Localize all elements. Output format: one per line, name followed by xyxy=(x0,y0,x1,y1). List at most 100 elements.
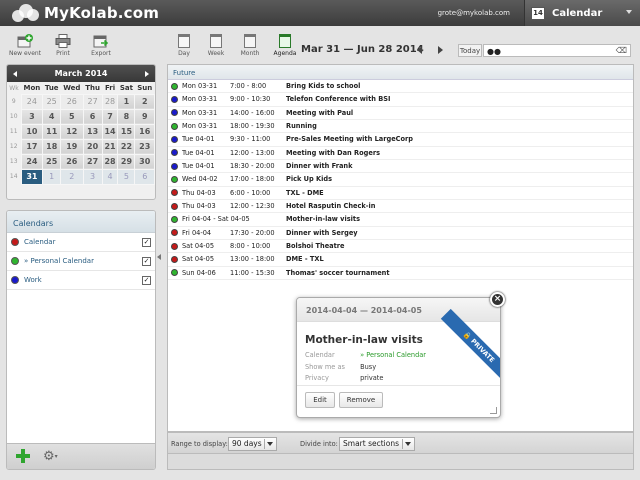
print-button[interactable]: Print xyxy=(44,34,82,62)
event-time: 18:00 - 19:30 xyxy=(230,122,275,131)
day-cell[interactable]: 25 xyxy=(42,153,62,170)
day-cell[interactable]: 27 xyxy=(82,93,103,110)
day-cell[interactable]: 4 xyxy=(42,108,62,125)
day-cell[interactable]: 2 xyxy=(60,168,84,185)
today-button[interactable]: Today xyxy=(458,44,482,57)
task-switcher-calendar[interactable]: 14 Calendar xyxy=(524,0,640,26)
calendar-visibility-checkbox[interactable]: ✓ xyxy=(142,276,151,285)
clear-search-icon[interactable]: ⌫ xyxy=(616,46,627,55)
previous-month-icon[interactable] xyxy=(13,71,17,77)
day-view-button[interactable]: Day xyxy=(171,34,197,57)
day-cell[interactable]: 27 xyxy=(82,153,103,170)
day-cell[interactable]: 20 xyxy=(82,138,103,155)
close-icon[interactable]: × xyxy=(490,292,505,307)
range-select[interactable]: 90 days xyxy=(228,437,277,451)
day-cell[interactable]: 11 xyxy=(42,123,62,140)
next-period-icon[interactable] xyxy=(438,46,443,54)
edit-button[interactable]: Edit xyxy=(305,392,335,408)
chevron-down-icon xyxy=(626,10,632,14)
event-row[interactable]: Mon 03-31 18:00 - 19:30 Running xyxy=(168,120,633,134)
event-row[interactable]: Fri 04-04 - Sat 04-05 Mother-in-law visit… xyxy=(168,213,633,227)
day-cell[interactable]: 5 xyxy=(117,168,136,185)
search-input[interactable]: ●● ⌫ xyxy=(483,44,631,57)
day-cell[interactable]: 3 xyxy=(82,168,103,185)
logo[interactable]: MyKolab.com xyxy=(12,3,159,23)
day-cell[interactable]: 24 xyxy=(20,93,44,110)
new-event-button[interactable]: New event xyxy=(6,34,44,62)
event-row[interactable]: Tue 04-01 18:30 - 20:00 Dinner with Frank xyxy=(168,160,633,174)
day-cell[interactable]: 12 xyxy=(60,123,84,140)
week-number: 13 xyxy=(9,158,18,165)
calendar-task-icon: 14 xyxy=(531,6,545,20)
resize-handle[interactable] xyxy=(490,407,497,414)
day-cell[interactable]: 1 xyxy=(117,93,136,110)
calendar-visibility-checkbox[interactable]: ✓ xyxy=(142,238,151,247)
day-cell[interactable]: 5 xyxy=(60,108,84,125)
event-row[interactable]: Thu 04-03 12:00 - 12:30 Hotel Rasputin Che… xyxy=(168,200,633,214)
event-date: Thu 04-03 xyxy=(182,188,216,197)
day-cell[interactable]: 19 xyxy=(60,138,84,155)
event-row[interactable]: Sat 04-05 13:00 - 18:00 DME - TXL xyxy=(168,253,633,267)
calendars-panel: Calendars Calendar ✓ » Personal Calendar… xyxy=(6,210,156,470)
binoculars-icon[interactable]: ●● xyxy=(487,47,501,56)
day-cell[interactable]: 15 xyxy=(117,123,136,140)
event-row[interactable]: Tue 04-01 12:00 - 13:00 Meeting with Dan R… xyxy=(168,147,633,160)
agenda-view-button[interactable]: Agenda xyxy=(272,34,298,57)
day-cell[interactable]: 25 xyxy=(42,93,62,110)
day-cell[interactable]: 6 xyxy=(82,108,103,125)
day-cell[interactable]: 26 xyxy=(60,153,84,170)
previous-period-icon[interactable] xyxy=(417,46,422,54)
add-calendar-button[interactable] xyxy=(15,448,31,464)
event-row[interactable]: Fri 04-04 17:30 - 20:00 Dinner with Sergey xyxy=(168,227,633,240)
day-cell[interactable]: 4 xyxy=(101,168,119,185)
event-row[interactable]: Mon 03-31 9:00 - 10:30 Telefon Conference … xyxy=(168,93,633,107)
day-cell[interactable]: 24 xyxy=(20,153,44,170)
day-cell[interactable]: 13 xyxy=(82,123,103,140)
day-cell[interactable]: 30 xyxy=(134,153,155,170)
remove-button[interactable]: Remove xyxy=(339,392,383,408)
day-cell[interactable]: 7 xyxy=(101,108,119,125)
calendar-list-item[interactable]: Work ✓ xyxy=(7,271,155,290)
export-button[interactable]: Export xyxy=(82,34,120,62)
divide-select[interactable]: Smart sections xyxy=(339,437,415,451)
day-cell[interactable]: 23 xyxy=(134,138,155,155)
month-view-button[interactable]: Month xyxy=(237,34,263,57)
event-row[interactable]: Wed 04-02 17:00 - 18:00 Pick Up Kids xyxy=(168,173,633,187)
day-cell[interactable]: 3 xyxy=(20,108,44,125)
day-cell[interactable]: 9 xyxy=(134,108,155,125)
week-view-button[interactable]: Week xyxy=(203,34,229,57)
next-month-icon[interactable] xyxy=(145,71,149,77)
calendar-color-dot xyxy=(171,202,178,210)
day-cell[interactable]: 22 xyxy=(117,138,136,155)
sidebar-collapse-icon[interactable] xyxy=(157,254,161,260)
event-row[interactable]: Thu 04-03 6:00 - 10:00 TXL - DME xyxy=(168,187,633,200)
event-row[interactable]: Mon 03-31 7:00 - 8:00 Bring Kids to school xyxy=(168,80,633,94)
calendar-list-item[interactable]: » Personal Calendar ✓ xyxy=(7,252,155,271)
event-row[interactable]: Tue 04-01 9:30 - 11:00 Pre-Sales Meeting w… xyxy=(168,133,633,147)
day-cell[interactable]: 1 xyxy=(42,168,62,185)
event-details-popup: 2014-04-04 — 2014-04-05 🔒 PRIVATE Mother… xyxy=(296,297,501,418)
day-cell[interactable]: 18 xyxy=(42,138,62,155)
day-cell[interactable]: 16 xyxy=(134,123,155,140)
day-cell[interactable]: 28 xyxy=(101,93,119,110)
day-cell[interactable]: 28 xyxy=(101,153,119,170)
day-cell[interactable]: 8 xyxy=(117,108,136,125)
day-cell[interactable]: 17 xyxy=(20,138,44,155)
day-cell-today[interactable]: 31 xyxy=(20,168,44,185)
event-row[interactable]: Mon 03-31 14:00 - 16:00 Meeting with Paul xyxy=(168,107,633,120)
calendar-list-item[interactable]: Calendar ✓ xyxy=(7,233,155,252)
event-row[interactable]: Sat 04-05 8:00 - 10:00 Bolshoi Theatre xyxy=(168,240,633,254)
event-calendar-link[interactable]: » Personal Calendar xyxy=(360,351,426,359)
user-email[interactable]: grote@mykolab.com xyxy=(438,9,510,17)
day-cell[interactable]: 14 xyxy=(101,123,119,140)
day-cell[interactable]: 26 xyxy=(60,93,84,110)
day-cell[interactable]: 2 xyxy=(134,93,155,110)
calendar-visibility-checkbox[interactable]: ✓ xyxy=(142,257,151,266)
calendar-color-dot xyxy=(171,95,178,103)
day-cell[interactable]: 21 xyxy=(101,138,119,155)
gear-icon[interactable]: ⚙▾ xyxy=(43,449,58,464)
day-cell[interactable]: 29 xyxy=(117,153,136,170)
day-cell[interactable]: 10 xyxy=(20,123,44,140)
day-cell[interactable]: 6 xyxy=(134,168,155,185)
event-row[interactable]: Sun 04-06 11:00 - 15:30 Thomas' soccer tou… xyxy=(168,267,633,280)
